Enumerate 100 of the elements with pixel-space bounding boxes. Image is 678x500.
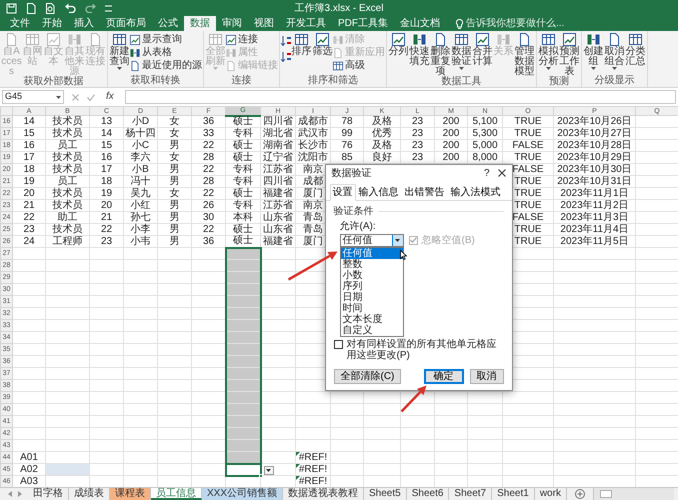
- ribbon-button[interactable]: 管理数据模型: [514, 33, 535, 77]
- table-cell: 17: [12, 152, 46, 164]
- table-cell: 23: [12, 224, 46, 236]
- table-cell: 小C: [124, 140, 158, 152]
- ribbon-tab[interactable]: 公式: [152, 16, 184, 31]
- table-cell: 14: [12, 116, 46, 128]
- table-cell: 孙七: [124, 212, 158, 224]
- close-icon[interactable]: [498, 169, 506, 177]
- checkbox[interactable]: [334, 340, 342, 348]
- add-sheet-icon[interactable]: [574, 489, 585, 499]
- dropdown-option[interactable]: 文本长度: [340, 314, 402, 324]
- ribbon-button[interactable]: 分类汇总: [625, 33, 646, 67]
- dropdown-option[interactable]: 日期: [340, 292, 402, 302]
- insert-function-button[interactable]: fx: [103, 91, 117, 103]
- sheet-tab[interactable]: XXX公司销售额: [202, 488, 284, 500]
- sheet-tab[interactable]: Sheet7: [449, 488, 492, 500]
- ribbon-tab[interactable]: PDF工具集: [332, 16, 394, 31]
- ribbon-button[interactable]: 快速填充: [409, 33, 430, 67]
- dialog-tab[interactable]: 设置: [330, 184, 356, 200]
- table-cell: 技术员: [46, 116, 90, 128]
- caret-icon: [612, 67, 617, 70]
- sheet-tab[interactable]: work: [534, 488, 567, 500]
- sheet-tab[interactable]: Sheet6: [406, 488, 450, 500]
- ribbon-button[interactable]: 显示查询: [130, 34, 202, 45]
- table-cell: A01: [12, 452, 46, 464]
- scroll-right-icon[interactable]: [18, 491, 22, 497]
- table-cell: 硕士: [226, 140, 260, 152]
- ribbon-tab[interactable]: 开发工具: [280, 16, 332, 31]
- ribbon-tab[interactable]: 插入: [68, 16, 100, 31]
- scrollbar-thumb[interactable]: [600, 490, 612, 498]
- table-cell: 小李: [124, 224, 158, 236]
- table-cell: 技术员: [46, 164, 90, 176]
- table-cell: 小红: [124, 200, 158, 212]
- scroll-left-icon[interactable]: [8, 491, 12, 497]
- dropdown-option[interactable]: 整数: [340, 258, 402, 270]
- ribbon-tab[interactable]: 金山文档: [394, 16, 446, 31]
- undo-icon[interactable]: [65, 3, 76, 13]
- dialog-button[interactable]: 取消: [470, 368, 504, 384]
- ribbon-button[interactable]: 筛选: [312, 33, 333, 57]
- sort-descending-icon[interactable]: [281, 52, 291, 62]
- ribbon-button[interactable]: 高级: [333, 60, 385, 71]
- ribbon-button[interactable]: 预测工作表: [559, 33, 580, 77]
- table-cell: 5,000: [468, 140, 502, 152]
- ribbon-button[interactable]: 分列: [388, 33, 409, 57]
- dialog-tab[interactable]: 出错警告: [402, 184, 448, 200]
- dropdown-option[interactable]: 任何值: [340, 248, 402, 258]
- sheet-tab[interactable]: 员工信息: [151, 488, 202, 500]
- ribbon-tab[interactable]: 页面布局: [100, 16, 152, 31]
- formula-input[interactable]: [124, 90, 676, 104]
- customize-icon[interactable]: [105, 4, 112, 12]
- horizontal-scrollbar[interactable]: [592, 488, 674, 500]
- sheet-tab[interactable]: 田字格: [28, 488, 69, 500]
- ribbon-tab[interactable]: 文件: [4, 16, 36, 31]
- name-box[interactable]: G45: [2, 90, 64, 104]
- fill-handle[interactable]: [258, 474, 262, 478]
- ribbon-button[interactable]: 新建查询: [109, 33, 130, 71]
- caret-icon: [56, 96, 61, 98]
- ribbon-tab[interactable]: 审阅: [216, 16, 248, 31]
- dialog-button[interactable]: 确定: [424, 368, 464, 384]
- ribbon-button[interactable]: 数据验证: [451, 33, 472, 71]
- ribbon-tab[interactable]: 开始: [36, 16, 68, 31]
- dialog-tab[interactable]: 输入法模式: [448, 184, 504, 200]
- table-cell: 男: [158, 200, 192, 212]
- ribbon-button[interactable]: 删除重复项: [430, 33, 451, 77]
- ribbon-button[interactable]: 最近使用的源: [130, 60, 202, 71]
- ribbon-button[interactable]: 从表格: [130, 47, 202, 58]
- redo-icon[interactable]: [85, 3, 96, 13]
- cancel-icon[interactable]: [72, 94, 79, 100]
- ribbon-button[interactable]: 排序: [291, 33, 312, 57]
- tell-me-field[interactable]: 告诉我你想要做什么...: [466, 18, 586, 29]
- ribbon-button[interactable]: 创建组: [583, 33, 604, 71]
- dropdown-option[interactable]: 时间: [340, 302, 402, 314]
- ribbon-button[interactable]: 模拟分析: [538, 33, 559, 71]
- cell-dropdown-button[interactable]: [264, 466, 274, 474]
- document-icon[interactable]: [26, 2, 36, 14]
- help-button[interactable]: ?: [484, 168, 490, 178]
- document-icon: [226, 60, 236, 70]
- enter-icon[interactable]: [87, 94, 95, 100]
- dialog-button[interactable]: 全部清除(C): [334, 368, 402, 384]
- dropdown-option[interactable]: 序列: [340, 280, 402, 292]
- sheet-tab[interactable]: Sheet5: [364, 488, 407, 500]
- preview-icon[interactable]: [45, 2, 56, 14]
- sheet-tab[interactable]: 课程表: [110, 488, 151, 500]
- dropdown-button[interactable]: [392, 234, 402, 246]
- ribbon-button[interactable]: 取消组合: [604, 33, 625, 71]
- ribbon-tab[interactable]: 视图: [248, 16, 280, 31]
- dialog-tab[interactable]: 输入信息: [356, 184, 402, 200]
- table-cell: 24: [12, 236, 46, 248]
- ribbon-button[interactable]: 合并计算: [472, 33, 493, 67]
- sheet-tab[interactable]: 数据透视表教程: [283, 488, 364, 500]
- sheet-tab[interactable]: Sheet1: [492, 488, 535, 500]
- dropdown-option[interactable]: 小数: [340, 270, 402, 280]
- table-cell: 200: [434, 116, 468, 128]
- table-cell: 78: [330, 116, 364, 128]
- ribbon-button[interactable]: 连接: [226, 34, 278, 45]
- dropdown-option[interactable]: 自定义: [340, 324, 402, 336]
- sort-ascending-icon[interactable]: [281, 36, 291, 46]
- save-icon[interactable]: [6, 2, 17, 14]
- selected-cell[interactable]: [226, 248, 260, 260]
- ribbon-tab[interactable]: 数据: [184, 16, 216, 31]
